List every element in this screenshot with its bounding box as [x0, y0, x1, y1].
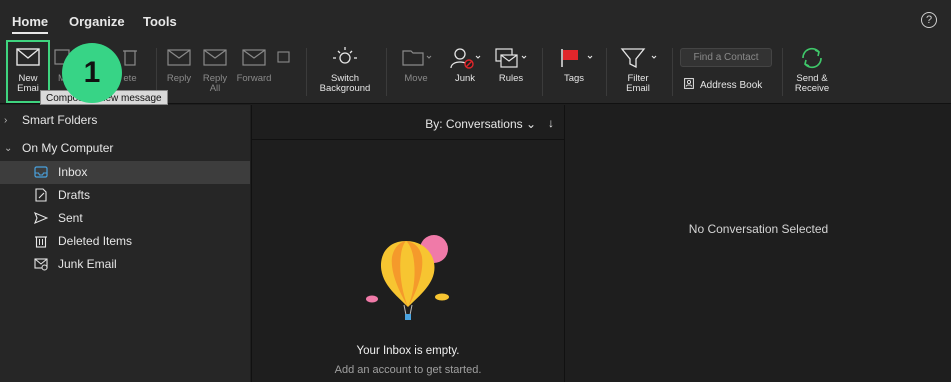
move-folder-icon	[402, 50, 432, 66]
rules-label: Rules	[498, 73, 524, 84]
inbox-icon	[34, 166, 48, 178]
forward-label: Forward	[236, 73, 272, 84]
sent-icon	[34, 211, 48, 225]
attachment-icon	[277, 51, 290, 63]
help-icon[interactable]: ?	[921, 12, 937, 28]
sidebar-item-label: Sent	[58, 211, 83, 225]
tab-tools[interactable]: Tools	[143, 14, 177, 29]
empty-inbox-subtitle: Add an account to get started.	[334, 364, 482, 376]
ribbon-divider	[782, 48, 783, 96]
ribbon-divider	[542, 48, 543, 96]
ribbon-divider	[156, 48, 157, 96]
filter-email-button[interactable]: Filter Email	[614, 40, 662, 104]
menu-bar: Home Organize Tools ?	[0, 0, 951, 40]
junk-button[interactable]: Junk	[444, 40, 486, 104]
junk-icon	[450, 48, 481, 69]
ribbon-divider	[672, 48, 673, 96]
sidebar-item-drafts[interactable]: Drafts	[0, 184, 250, 207]
chevron-down-icon[interactable]: ⌄	[4, 137, 12, 160]
empty-inbox-title: Your Inbox is empty.	[356, 345, 460, 357]
sidebar-item-label: Drafts	[58, 188, 91, 202]
drafts-icon	[35, 188, 47, 202]
folder-sidebar: › Smart Folders ⌄ On My Computer Inbox D…	[0, 105, 250, 382]
tab-organize[interactable]: Organize	[69, 14, 125, 29]
forward-button[interactable]: Forward	[234, 40, 274, 104]
sidebar-item-label: Deleted Items	[58, 234, 133, 248]
ribbon-divider	[306, 48, 307, 96]
message-list: By: Conversations ⌄ ↓ Your Inbox is empt…	[251, 105, 565, 382]
reply-all-button[interactable]: Reply All	[198, 40, 232, 104]
junk-folder-icon	[34, 258, 48, 271]
smart-folders-label: Smart Folders	[22, 113, 98, 127]
smart-folders-group[interactable]: › Smart Folders	[0, 109, 250, 132]
address-book-label: Address Book	[700, 80, 763, 91]
tags-label: Tags	[563, 73, 585, 84]
on-my-computer-label: On My Computer	[22, 141, 114, 155]
attachment-button[interactable]	[276, 40, 292, 104]
reading-pane: No Conversation Selected	[566, 105, 951, 382]
filter-email-label-2: Email	[626, 83, 650, 94]
reply-all-icon	[203, 49, 227, 66]
ribbon-divider	[386, 48, 387, 96]
sidebar-item-junk-email[interactable]: Junk Email	[0, 253, 250, 276]
flag-icon	[561, 49, 593, 67]
sidebar-item-label: Junk Email	[58, 257, 117, 271]
no-conversation-placeholder: No Conversation Selected	[688, 222, 829, 236]
reply-all-label-2: All	[209, 83, 221, 94]
send-receive-label-2: Receive	[794, 83, 830, 94]
sync-icon	[802, 47, 822, 69]
on-my-computer-group[interactable]: ⌄ On My Computer	[0, 137, 250, 160]
reply-icon	[167, 49, 191, 66]
forward-icon	[242, 49, 266, 66]
rules-button[interactable]: Rules	[490, 40, 532, 104]
reply-label: Reply	[166, 73, 192, 84]
sidebar-item-inbox[interactable]: Inbox	[0, 161, 250, 184]
move-button[interactable]: Move	[396, 40, 436, 104]
sort-conversations-dropdown[interactable]: By: Conversations ⌄	[425, 117, 536, 131]
chevron-right-icon[interactable]: ›	[4, 109, 7, 132]
filter-icon	[620, 48, 657, 69]
tab-home[interactable]: Home	[12, 14, 49, 34]
sidebar-item-sent[interactable]: Sent	[0, 207, 250, 230]
switch-background-button[interactable]: Switch Background	[314, 40, 376, 104]
switch-background-label-2: Background	[319, 83, 371, 94]
send-receive-button[interactable]: Send & Receive	[790, 40, 834, 104]
sort-bar: By: Conversations ⌄ ↓	[252, 105, 564, 140]
address-book-button[interactable]: Address Book	[684, 78, 762, 91]
sidebar-item-deleted-items[interactable]: Deleted Items	[0, 230, 250, 253]
step-badge: 1	[62, 43, 122, 103]
junk-label: Junk	[454, 73, 476, 84]
trash-icon	[123, 50, 137, 66]
sun-icon	[333, 47, 357, 64]
outlook-window: Home Organize Tools ? New Emai M	[0, 0, 951, 382]
trash-icon	[35, 236, 47, 248]
ribbon-divider	[606, 48, 607, 96]
tags-button[interactable]: Tags	[552, 40, 596, 104]
rules-icon	[495, 48, 527, 68]
find-contact-input[interactable]: Find a Contact	[680, 48, 772, 67]
address-book-icon	[684, 78, 694, 89]
sidebar-item-label: Inbox	[58, 165, 88, 179]
move-label: Move	[404, 73, 428, 84]
sort-direction-icon[interactable]: ↓	[548, 116, 554, 130]
hot-air-balloon-illustration	[366, 235, 449, 320]
